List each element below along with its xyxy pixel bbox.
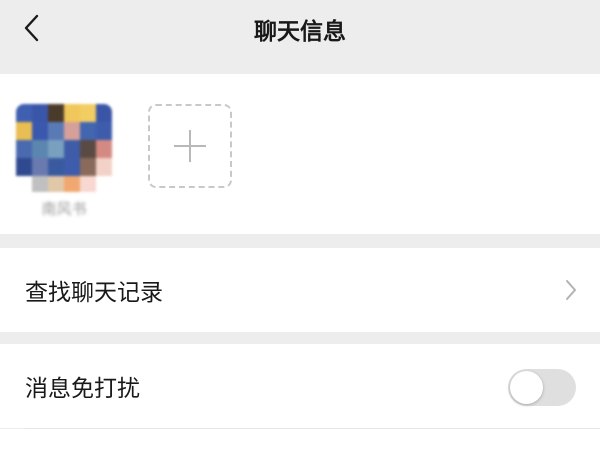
avatar-pixel [16,140,32,158]
mute-notifications-label: 消息免打扰 [25,376,140,402]
search-chat-history-label: 查找聊天记录 [25,280,163,306]
avatar-pixel [32,122,48,140]
nav-bar: 聊天信息 [0,0,600,74]
search-chat-history-row[interactable]: 查找聊天记录 [0,248,600,332]
avatar-pixel [64,104,80,122]
avatar-pixel [32,140,48,158]
avatar-pixel [80,122,96,140]
avatar-pixel [16,158,32,176]
plus-icon [174,130,206,162]
avatar-pixel [96,140,112,158]
avatar-pixel [64,140,80,158]
avatar-pixel [16,122,32,140]
avatar-pixel [16,176,32,192]
avatar-pixel [16,104,32,122]
avatar-pixel [32,158,48,176]
avatar-pixel [96,104,112,122]
member-grid: 南风书 [0,74,600,234]
avatar-pixel [64,176,80,192]
page-title: 聊天信息 [254,19,346,45]
avatar [16,104,112,192]
avatar-pixel [96,122,112,140]
add-member-button[interactable] [148,104,232,188]
avatar-pixel [48,104,64,122]
avatar-pixel [96,158,112,176]
avatar-pixel [80,104,96,122]
avatar-pixel [32,176,48,192]
mute-notifications-row: 消息免打扰 [0,344,600,428]
avatar-pixel [48,158,64,176]
next-row[interactable] [0,429,600,450]
avatar-pixel [80,140,96,158]
member-item[interactable]: 南风书 [16,104,112,224]
avatar-pixel [48,140,64,158]
avatar-pixel [48,176,64,192]
toggle-knob [510,371,543,404]
chevron-right-icon [566,280,576,300]
avatar-pixel [64,122,80,140]
avatar-pixel [96,176,112,192]
avatar-pixel [48,122,64,140]
mute-toggle[interactable] [508,369,576,406]
member-name: 南风书 [41,200,87,218]
avatar-pixel [80,176,96,192]
avatar-pixel [64,158,80,176]
avatar-pixel [32,104,48,122]
avatar-pixel [80,158,96,176]
